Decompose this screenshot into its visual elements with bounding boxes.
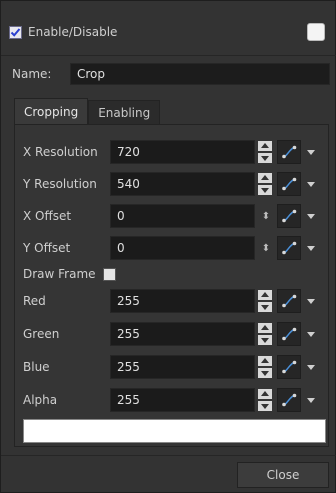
x-resolution-stepper[interactable] [258,140,274,164]
param-alpha: Alpha 255 [23,388,327,412]
param-label: Green [23,327,60,341]
arrow-down-icon[interactable] [258,185,272,195]
name-row: Name: Crop [12,63,330,85]
param-x-resolution: X Resolution 720 [23,140,327,164]
up-down-arrows-icon[interactable]: ⬍ [258,236,274,260]
layer-properties-window: Enable/Disable Name: Crop Cropping Enabl… [0,0,336,493]
param-label: X Resolution [23,145,98,159]
draw-frame-checkbox[interactable] [102,267,116,281]
chevron-down-icon[interactable] [305,140,317,164]
function-curve-button[interactable] [277,236,301,260]
chevron-down-icon[interactable] [305,289,317,313]
y-resolution-stepper[interactable] [258,172,274,196]
arrow-down-icon[interactable] [258,335,272,345]
param-green: Green 255 [23,322,327,346]
y-resolution-input[interactable]: 540 [110,172,255,196]
arrow-down-icon[interactable] [258,302,272,312]
layer-color-swatch[interactable] [307,23,325,41]
function-curve-button[interactable] [277,289,301,313]
arrow-up-icon[interactable] [258,389,272,399]
param-value: 720 [117,145,140,159]
tab-cropping[interactable]: Cropping [14,98,89,125]
arrow-down-icon[interactable] [258,401,272,411]
param-value: 0 [117,209,125,223]
name-label: Name: [12,67,52,81]
divider [1,55,336,56]
function-curve-icon [282,177,297,191]
tab-enabling-label: Enabling [98,106,151,120]
chevron-down-icon[interactable] [305,388,317,412]
red-stepper[interactable] [258,289,274,313]
function-curve-button[interactable] [277,355,301,379]
param-value: 255 [117,393,140,407]
param-value: 255 [117,360,140,374]
param-label: Blue [23,360,50,374]
green-input[interactable]: 255 [110,322,255,346]
blue-input[interactable]: 255 [110,355,255,379]
function-curve-icon [282,294,297,308]
arrow-up-icon[interactable] [258,290,272,300]
function-curve-button[interactable] [277,322,301,346]
function-curve-button[interactable] [277,172,301,196]
function-curve-icon [282,393,297,407]
function-curve-icon [282,145,297,159]
alpha-stepper[interactable] [258,388,274,412]
param-label: Y Resolution [23,177,97,191]
chevron-down-icon[interactable] [305,355,317,379]
param-label: Y Offset [23,241,71,255]
enable-label: Enable/Disable [28,25,118,39]
param-value: 0 [117,241,125,255]
close-button-label: Close [266,468,300,482]
param-value: 540 [117,177,140,191]
param-label: Red [23,294,46,308]
arrow-down-icon[interactable] [258,153,272,163]
param-y-offset: Y Offset 0 ⬍ [23,236,327,260]
function-curve-icon [282,327,297,341]
arrow-up-icon[interactable] [258,323,272,333]
arrow-up-icon[interactable] [258,141,272,151]
name-value: Crop [77,67,106,81]
x-resolution-input[interactable]: 720 [110,140,255,164]
function-curve-icon [282,360,297,374]
up-down-arrows-icon[interactable]: ⬍ [258,204,274,228]
name-field[interactable]: Crop [70,63,330,85]
param-label: X Offset [23,209,72,223]
function-curve-button[interactable] [277,140,301,164]
chevron-down-icon[interactable] [305,322,317,346]
color-preview-bar[interactable] [23,419,326,443]
green-stepper[interactable] [258,322,274,346]
arrow-up-icon[interactable] [258,356,272,366]
y-offset-input[interactable]: 0 [110,236,255,260]
chevron-down-icon[interactable] [305,172,317,196]
function-curve-icon [282,209,297,223]
param-red: Red 255 [23,289,327,313]
chevron-down-icon[interactable] [305,236,317,260]
function-curve-button[interactable] [277,388,301,412]
close-button[interactable]: Close [237,462,329,488]
tab-enabling[interactable]: Enabling [88,100,161,125]
param-blue: Blue 255 [23,355,327,379]
tab-bar: Cropping Enabling [14,98,161,125]
param-x-offset: X Offset 0 ⬍ [23,204,327,228]
param-label: Alpha [23,393,58,407]
blue-stepper[interactable] [258,355,274,379]
function-curve-icon [282,241,297,255]
param-value: 255 [117,294,140,308]
checkmark-icon [10,27,21,37]
enable-disable-row[interactable]: Enable/Disable [9,23,117,41]
param-y-resolution: Y Resolution 540 [23,172,327,196]
draw-frame-row[interactable]: Draw Frame [23,266,116,282]
function-curve-button[interactable] [277,204,301,228]
divider [1,455,336,456]
red-input[interactable]: 255 [110,289,255,313]
enable-checkbox[interactable] [9,25,22,39]
draw-frame-label: Draw Frame [23,267,96,281]
param-value: 255 [117,327,140,341]
x-offset-input[interactable]: 0 [110,204,255,228]
arrow-down-icon[interactable] [258,368,272,378]
tab-cropping-label: Cropping [24,105,79,119]
chevron-down-icon[interactable] [305,204,317,228]
arrow-up-icon[interactable] [258,173,272,183]
alpha-input[interactable]: 255 [110,388,255,412]
